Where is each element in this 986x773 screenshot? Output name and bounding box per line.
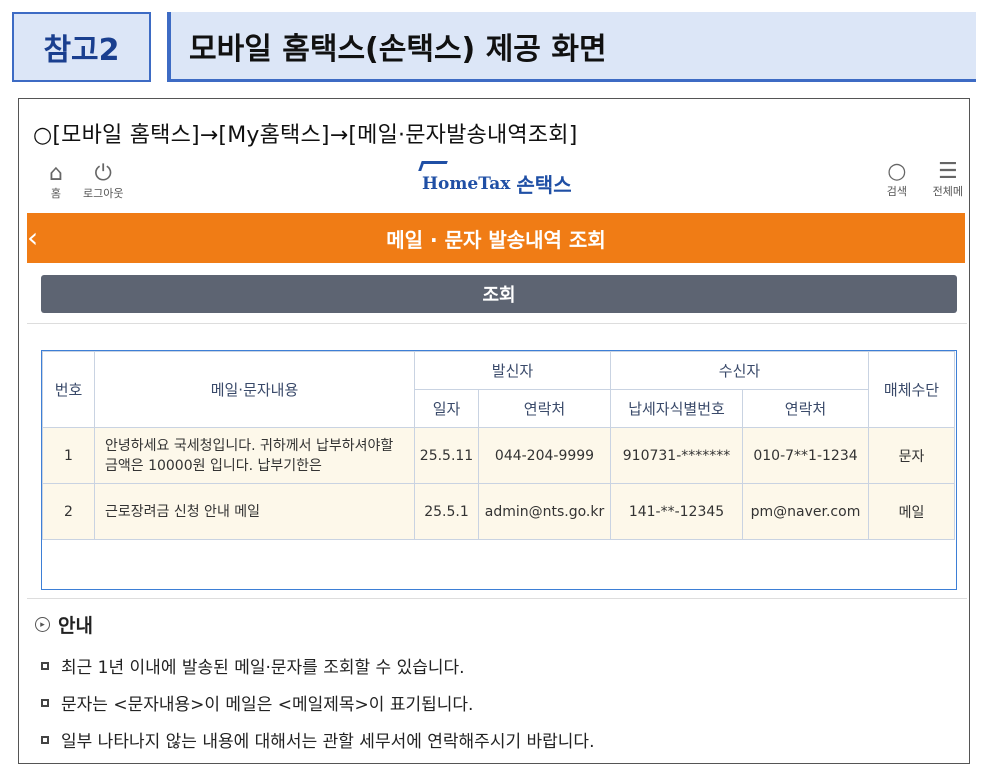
logout-button[interactable]: ⏻ 로그아웃 [83, 163, 123, 201]
page-title: 메일 · 문자 발송내역 조회 [386, 227, 606, 252]
back-chevron-icon[interactable]: ‹ [27, 221, 38, 254]
mobile-screen-frame: ○[모바일 홈택스]→[My홈택스]→[메일·문자발송내역조회] ⌂ 홈 ⏻ 로… [18, 98, 970, 764]
home-button[interactable]: ⌂ 홈 [49, 163, 63, 201]
square-bullet-icon [41, 698, 49, 707]
cell-content: 근로장려금 신청 안내 메일 [94, 483, 415, 540]
cell-media: 문자 [868, 427, 955, 484]
cell-sender-contact: admin@nts.go.kr [478, 483, 611, 540]
guide-item-text: 문자는 <문자내용>이 메일은 <메일제목>이 표기됩니다. [61, 695, 474, 715]
chevron-circle-icon: ▸ [35, 617, 50, 632]
col-header-date: 일자 [414, 389, 479, 428]
logo-ko: 손택스 [516, 173, 572, 197]
search-icon: ○ [887, 159, 907, 184]
search-label: 검색 [886, 185, 907, 198]
col-header-receiver: 수신자 [610, 351, 869, 390]
reference-tag: 참고2 [12, 12, 151, 82]
section-header: 참고2 모바일 홈택스(손택스) 제공 화면 [12, 12, 976, 82]
results-table-container: 번호 메일·문자내용 발신자 수신자 매체수단 일자 연락처 납세자식별번호 연… [41, 350, 957, 590]
table-row[interactable]: 1 안녕하세요 국세청입니다. 귀하께서 납부하셔야할 금액은 10000원 입… [42, 427, 955, 484]
home-icon: ⌂ [49, 161, 63, 186]
logout-label: 로그아웃 [83, 187, 124, 200]
hometax-logo[interactable]: HomeTax 손택스 [418, 161, 572, 198]
navigation-path: ○[모바일 홈택스]→[My홈택스]→[메일·문자발송내역조회] [33, 123, 578, 148]
guide-heading: ▸ 안내 [35, 611, 93, 638]
square-bullet-icon [41, 735, 49, 744]
col-header-num: 번호 [42, 351, 95, 428]
col-header-receiver-contact: 연락처 [742, 389, 869, 428]
cell-taxpayer-id: 910731-******* [610, 427, 743, 484]
cell-receiver-contact: pm@naver.com [742, 483, 869, 540]
divider [27, 323, 967, 324]
power-icon: ⏻ [94, 161, 112, 186]
page-title-bar: ‹ 메일 · 문자 발송내역 조회 [27, 213, 965, 263]
roof-icon [418, 161, 448, 171]
menu-button[interactable]: ☰ 전체메 [933, 161, 963, 199]
query-button[interactable]: 조회 [41, 275, 957, 313]
cell-num: 2 [42, 483, 95, 540]
col-header-sender-contact: 연락처 [478, 389, 611, 428]
col-header-content: 메일·문자내용 [94, 351, 415, 428]
hamburger-icon: ☰ [937, 159, 958, 184]
guide-notes: 최근 1년 이내에 발송된 메일·문자를 조회할 수 있습니다. 문자는 <문자… [41, 647, 594, 758]
col-header-sender: 발신자 [414, 351, 611, 390]
results-table: 번호 메일·문자내용 발신자 수신자 매체수단 일자 연락처 납세자식별번호 연… [42, 351, 955, 540]
mobile-top-bar: ⌂ 홈 ⏻ 로그아웃 HomeTax 손택스 ○ 검색 ☰ 전체메 [27, 161, 967, 211]
cell-media: 메일 [868, 483, 955, 540]
divider [27, 598, 967, 599]
search-button[interactable]: ○ 검색 [887, 161, 907, 199]
cell-receiver-contact: 010-7**1-1234 [742, 427, 869, 484]
cell-date: 25.5.1 [414, 483, 479, 540]
guide-item: 문자는 <문자내용>이 메일은 <메일제목>이 표기됩니다. [41, 684, 594, 721]
table-row[interactable]: 2 근로장려금 신청 안내 메일 25.5.1 admin@nts.go.kr … [42, 483, 955, 540]
cell-date: 25.5.11 [414, 427, 479, 484]
guide-item-text: 최근 1년 이내에 발송된 메일·문자를 조회할 수 있습니다. [61, 658, 465, 678]
home-label: 홈 [50, 187, 62, 200]
menu-label: 전체메 [932, 185, 963, 198]
section-title: 모바일 홈택스(손택스) 제공 화면 [167, 12, 976, 82]
logo-en: HomeTax [422, 173, 511, 194]
col-header-media: 매체수단 [868, 351, 955, 428]
col-header-taxpayer-id: 납세자식별번호 [610, 389, 743, 428]
cell-taxpayer-id: 141-**-12345 [610, 483, 743, 540]
guide-item: 일부 나타나지 않는 내용에 대해서는 관할 세무서에 연락해주시기 바랍니다. [41, 721, 594, 758]
square-bullet-icon [41, 661, 49, 670]
guide-item-text: 일부 나타나지 않는 내용에 대해서는 관할 세무서에 연락해주시기 바랍니다. [61, 732, 595, 752]
guide-item: 최근 1년 이내에 발송된 메일·문자를 조회할 수 있습니다. [41, 647, 594, 684]
cell-num: 1 [42, 427, 95, 484]
guide-title: 안내 [58, 615, 93, 637]
cell-sender-contact: 044-204-9999 [478, 427, 611, 484]
cell-content: 안녕하세요 국세청입니다. 귀하께서 납부하셔야할 금액은 10000원 입니다… [94, 427, 415, 484]
